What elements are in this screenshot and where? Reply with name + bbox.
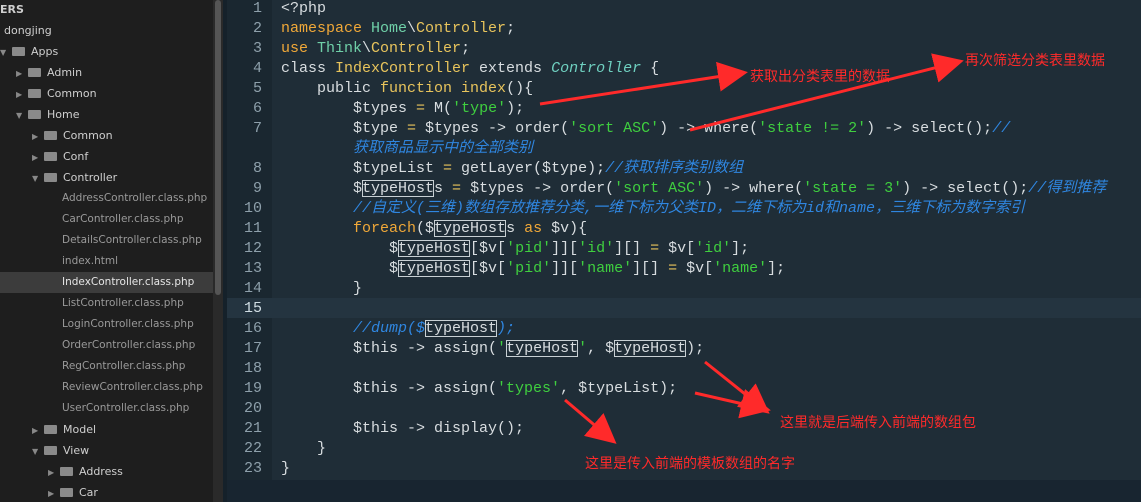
annotation-arrow bbox=[564, 398, 617, 444]
annotation-filter-again: 再次筛选分类表里数据 bbox=[965, 53, 1105, 69]
annotation-array-package: 这里就是后端传入前端的数组包 bbox=[780, 415, 976, 431]
annotation-template-array-name: 这里是传入前端的模板数组的名字 bbox=[585, 456, 795, 472]
annotation-arrow bbox=[539, 61, 748, 106]
annotation-fetch-category: 获取出分类表里的数据 bbox=[750, 69, 890, 85]
